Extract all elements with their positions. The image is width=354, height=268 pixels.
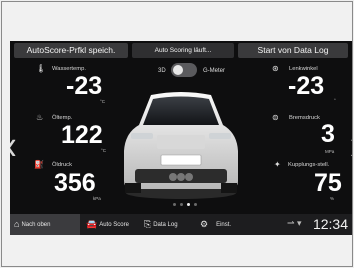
page-dot: [180, 203, 183, 206]
tab-settings[interactable]: ⚙ Einst.: [200, 214, 231, 235]
page-dot: [173, 203, 176, 206]
data-log-icon: ⎘: [144, 219, 152, 229]
g-meter-label: G-Meter: [203, 68, 226, 74]
infotainment-screen: AutoScore-Prfkl speich. Auto Scoring läu…: [10, 41, 352, 235]
clock: 12:34: [312, 216, 348, 232]
page-dot: [187, 203, 190, 206]
tab-auto-score[interactable]: 🚘 Auto Score: [86, 214, 129, 235]
water-temperature-unit: °C: [100, 99, 106, 104]
tab-settings-label: Einst.: [216, 222, 232, 229]
oil-pressure-value: 356: [54, 169, 96, 197]
oil-temperature-value: 122: [61, 121, 103, 149]
oil-pressure-unit: kPa: [93, 196, 101, 201]
tab-home[interactable]: ⌂ Nach oben: [10, 214, 80, 235]
clutch-position-value: 75: [314, 169, 342, 197]
clutch-position-label: Kupplungs-stell.: [288, 162, 330, 168]
water-temperature-icon: 🌡: [36, 64, 47, 73]
water-temperature-value: -23: [66, 72, 103, 100]
oil-pressure-label: Öldruck: [52, 162, 72, 168]
view-3d-label: 3D: [158, 68, 166, 74]
clutch-position-unit: %: [330, 196, 335, 201]
tab-auto-score-label: Auto Score: [99, 222, 129, 229]
tab-data-log[interactable]: ⎘ Data Log: [144, 214, 178, 235]
brake-icon: ⊜: [272, 113, 279, 122]
brake-pressure-unit: MPa: [325, 149, 335, 154]
car-rear-image: [124, 92, 238, 199]
steering-angle-unit: °: [334, 98, 336, 103]
steering-angle-value: -23: [288, 72, 325, 100]
page-dot: [194, 203, 197, 206]
next-page-arrow-icon[interactable]: ›: [350, 121, 352, 169]
oil-temperature-icon: ♨: [36, 113, 44, 122]
gear-icon: ⚙: [200, 219, 209, 229]
page-indicator: [173, 203, 203, 208]
oil-pressure-icon: ⛽: [34, 160, 44, 169]
clutch-pedal-icon: ✦: [274, 160, 281, 169]
bottom-navigation-bar: ⌂ Nach oben 🚘 Auto Score ⎘ Data Log ⚙ Einst.…: [10, 214, 352, 235]
start-data-log-button[interactable]: Start von Data Log: [238, 43, 348, 58]
save-autoscore-profile-button[interactable]: AutoScore-Prfkl speich.: [14, 43, 128, 58]
brake-pressure-label: Bremsdruck: [289, 115, 320, 121]
tab-home-label: Nach oben: [21, 222, 51, 229]
signal-status-icon: ⇀ ▾: [287, 218, 302, 228]
tab-data-log-label: Data Log: [153, 222, 178, 229]
auto-scoring-status-button[interactable]: Auto Scoring läuft...: [132, 43, 234, 58]
home-icon: ⌂: [14, 219, 20, 229]
manual-figure-frame: AutoScore-Prfkl speich. Auto Scoring läu…: [1, 1, 353, 267]
brake-pressure-value: 3: [321, 120, 335, 148]
car-icon: 🚘: [86, 219, 98, 229]
steering-wheel-icon: ⊛: [272, 64, 279, 73]
previous-page-arrow-icon[interactable]: ‹: [10, 121, 17, 169]
toggle-knob: [173, 65, 183, 75]
oil-temperature-unit: °C: [101, 148, 107, 153]
view-mode-toggle[interactable]: [171, 63, 197, 77]
